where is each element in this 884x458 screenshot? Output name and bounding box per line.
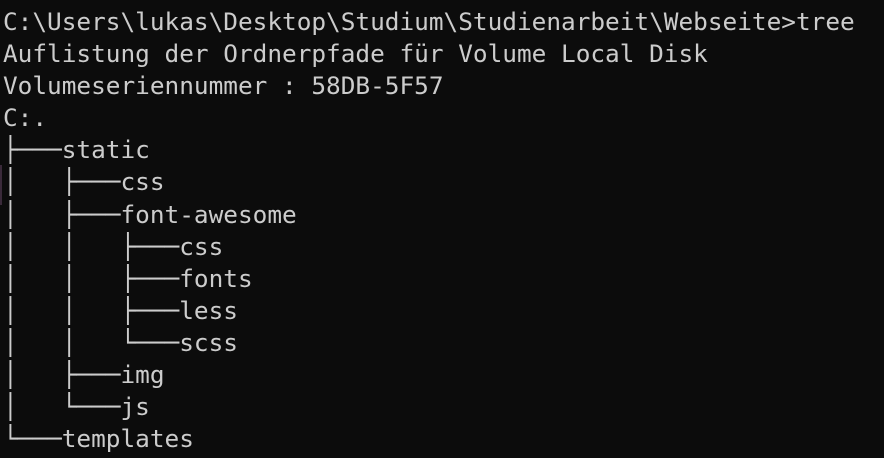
volume-serial-line: Volumeseriennummer : 58DB-5F57: [3, 71, 444, 101]
tree-line-font-awesome: │ ├───font-awesome: [3, 199, 297, 229]
tree-line-img: │ ├───img: [3, 360, 165, 390]
tree-line-font-awesome-less: │ │ ├───less: [3, 295, 238, 325]
command-prompt-line: C:\Users\lukas\Desktop\Studium\Studienar…: [3, 7, 855, 36]
tree-line-font-awesome-css: │ │ ├───css: [3, 231, 224, 261]
tree-line-font-awesome-scss: │ │ └───scss: [3, 327, 238, 357]
tree-line-static-css: │ ├───css: [3, 167, 165, 197]
tree-line-templates: └───templates: [3, 424, 194, 454]
tree-root-line: C:.: [3, 103, 48, 133]
tree-line-static: ├───static: [3, 135, 150, 165]
window-edge-marker: [0, 165, 2, 205]
tree-line-font-awesome-fonts: │ │ ├───fonts: [3, 263, 253, 293]
output-header-line: Auflistung der Ordnerpfade für Volume Lo…: [3, 39, 708, 69]
console-window[interactable]: C:\Users\lukas\Desktop\Studium\Studienar…: [0, 0, 884, 458]
tree-line-js: │ └───js: [3, 392, 150, 422]
